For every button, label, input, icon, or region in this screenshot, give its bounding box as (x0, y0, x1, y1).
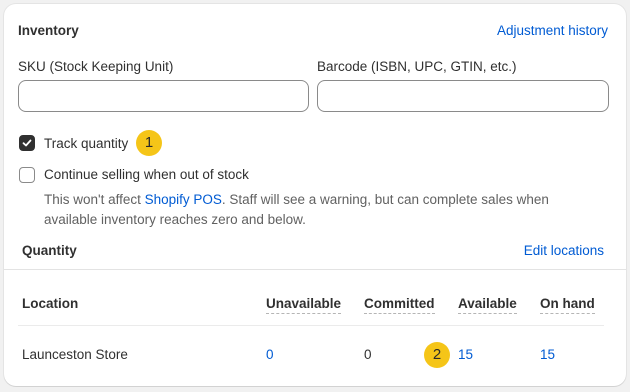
table-header-divider (18, 325, 604, 326)
continue-selling-label[interactable]: Continue selling when out of stock (44, 167, 249, 182)
continue-selling-help-text: This won't affect Shopify POS. Staff wil… (44, 190, 584, 230)
adjustment-history-link[interactable]: Adjustment history (497, 23, 608, 38)
section-divider (4, 269, 626, 270)
column-header-unavailable[interactable]: Unavailable (266, 296, 342, 314)
help-text-before: This won't affect (44, 192, 145, 207)
row-available-value[interactable]: 15 (458, 347, 473, 362)
inventory-title: Inventory (18, 23, 79, 38)
barcode-input[interactable] (317, 80, 609, 112)
annotation-badge-2: 2 (424, 342, 450, 368)
quantity-title: Quantity (22, 243, 77, 258)
continue-selling-checkbox[interactable] (19, 167, 35, 183)
shopify-pos-link[interactable]: Shopify POS (145, 192, 222, 207)
sku-input[interactable] (18, 80, 309, 112)
column-header-committed[interactable]: Committed (364, 296, 435, 314)
sku-label: SKU (Stock Keeping Unit) (18, 59, 174, 74)
row-on-hand-value[interactable]: 15 (540, 347, 555, 362)
checkmark-icon (22, 139, 32, 147)
edit-locations-link[interactable]: Edit locations (524, 243, 604, 258)
row-committed-value: 0 (364, 347, 372, 362)
track-quantity-checkbox[interactable] (19, 135, 35, 151)
barcode-label: Barcode (ISBN, UPC, GTIN, etc.) (317, 59, 517, 74)
column-header-available[interactable]: Available (458, 296, 517, 314)
row-unavailable-value[interactable]: 0 (266, 347, 274, 362)
track-quantity-label[interactable]: Track quantity (44, 136, 128, 151)
column-header-on-hand[interactable]: On hand (540, 296, 595, 314)
inventory-card: Inventory Adjustment history SKU (Stock … (4, 4, 626, 386)
annotation-badge-1: 1 (136, 130, 162, 156)
column-header-location: Location (22, 296, 79, 311)
row-location-name: Launceston Store (22, 347, 128, 362)
